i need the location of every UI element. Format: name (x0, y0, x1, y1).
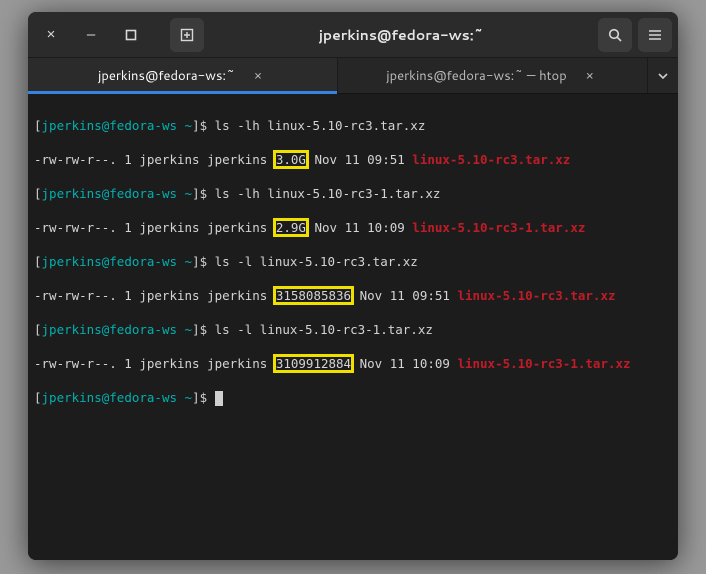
terminal-line: [jperkins@fedora-ws ~]$ (34, 389, 672, 406)
terminal-line: -rw-rw-r--. 1 jperkins jperkins 31580858… (34, 287, 672, 304)
new-tab-button[interactable] (170, 18, 204, 52)
filename: linux-5.10-rc3-1.tar.xz (412, 220, 585, 235)
hamburger-icon (647, 27, 663, 43)
terminal-window: × – jperkins@fedora-ws:~ jperkins@fedora… (28, 12, 678, 560)
tab-close-button[interactable]: × (249, 67, 267, 85)
filename: linux-5.10-rc3-1.tar.xz (457, 356, 630, 371)
tab-label: jperkins@fedora-ws:~ — htop (386, 67, 566, 85)
highlighted-size: 3109912884 (275, 356, 352, 371)
minimize-icon: – (87, 26, 95, 43)
search-button[interactable] (598, 18, 632, 52)
terminal-line: [jperkins@fedora-ws ~]$ ls -lh linux-5.1… (34, 185, 672, 202)
search-icon (607, 27, 623, 43)
titlebar: × – jperkins@fedora-ws:~ (28, 12, 678, 58)
highlighted-size: 3.0G (275, 152, 307, 167)
highlighted-size: 2.9G (275, 220, 307, 235)
cursor (215, 391, 223, 406)
tab-close-button[interactable]: × (581, 67, 599, 85)
tab-label: jperkins@fedora-ws:~ (98, 67, 235, 85)
chevron-down-icon (657, 70, 669, 82)
tabs-dropdown[interactable] (648, 58, 678, 93)
terminal-line: -rw-rw-r--. 1 jperkins jperkins 2.9G Nov… (34, 219, 672, 236)
menu-button[interactable] (638, 18, 672, 52)
command: ls -l linux-5.10-rc3-1.tar.xz (215, 322, 433, 337)
command: ls -lh linux-5.10-rc3-1.tar.xz (215, 186, 441, 201)
maximize-icon (125, 29, 137, 41)
filename: linux-5.10-rc3.tar.xz (457, 288, 615, 303)
tab-bar: jperkins@fedora-ws:~ × jperkins@fedora-w… (28, 58, 678, 94)
close-icon: × (586, 67, 594, 85)
terminal-line: -rw-rw-r--. 1 jperkins jperkins 31099128… (34, 355, 672, 372)
close-icon: × (254, 67, 262, 85)
window-title: jperkins@fedora-ws:~ (210, 25, 592, 45)
new-tab-icon (179, 27, 195, 43)
tab-active[interactable]: jperkins@fedora-ws:~ × (28, 58, 338, 93)
terminal-line: [jperkins@fedora-ws ~]$ ls -l linux-5.10… (34, 253, 672, 270)
minimize-button[interactable]: – (74, 18, 108, 52)
terminal-viewport[interactable]: [jperkins@fedora-ws ~]$ ls -lh linux-5.1… (28, 94, 678, 560)
tab-inactive[interactable]: jperkins@fedora-ws:~ — htop × (338, 58, 648, 93)
command: ls -l linux-5.10-rc3.tar.xz (215, 254, 418, 269)
terminal-line: [jperkins@fedora-ws ~]$ ls -lh linux-5.1… (34, 117, 672, 134)
terminal-line: -rw-rw-r--. 1 jperkins jperkins 3.0G Nov… (34, 151, 672, 168)
close-button[interactable]: × (34, 18, 68, 52)
maximize-button[interactable] (114, 18, 148, 52)
command: ls -lh linux-5.10-rc3.tar.xz (215, 118, 426, 133)
terminal-line: [jperkins@fedora-ws ~]$ ls -l linux-5.10… (34, 321, 672, 338)
close-icon: × (47, 26, 56, 43)
filename: linux-5.10-rc3.tar.xz (412, 152, 570, 167)
highlighted-size: 3158085836 (275, 288, 352, 303)
